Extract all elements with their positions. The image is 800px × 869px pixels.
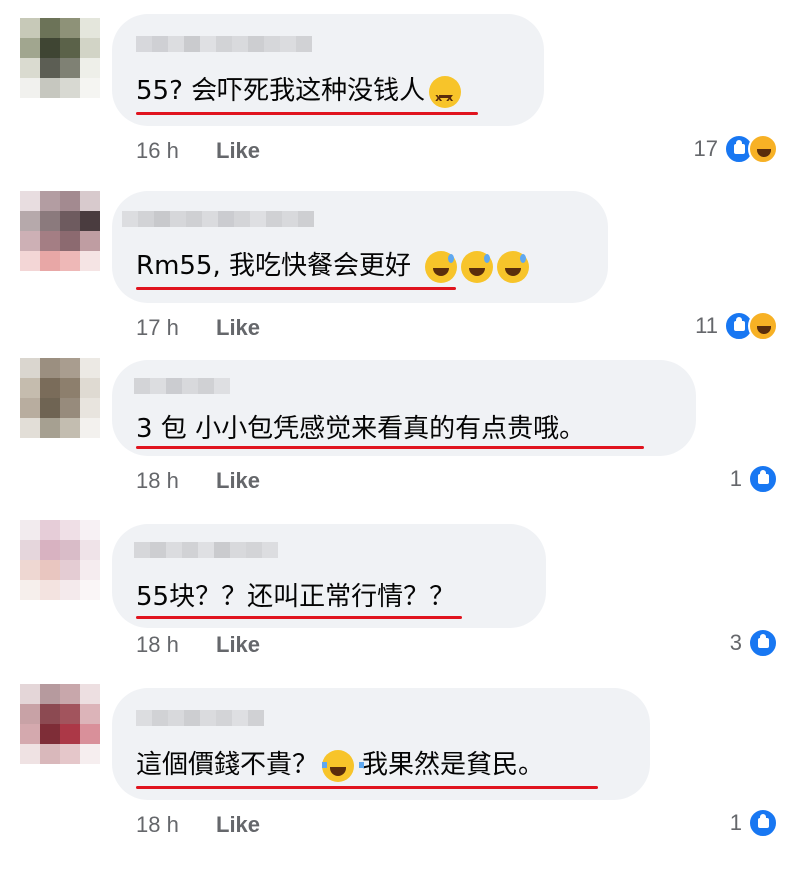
haha-reaction-icon [748, 311, 778, 341]
timestamp[interactable]: 18 h [136, 468, 216, 494]
comment-bubble: Rm55, 我吃快餐会更好 [112, 191, 608, 303]
grinning-sweat-icon [461, 250, 494, 283]
like-link[interactable]: Like [216, 315, 260, 341]
comment-meta: 16 h Like [136, 138, 260, 164]
red-underline [136, 287, 456, 290]
author-name-blurred[interactable] [136, 710, 264, 726]
comment-bubble: 3 包 小小包凭感觉来看真的有点贵哦。 [112, 360, 696, 456]
timestamp[interactable]: 18 h [136, 812, 216, 838]
like-reaction-icon [748, 464, 778, 494]
tears-of-joy-icon [322, 749, 365, 782]
comment-5: 這個價錢不貴？ 我果然是貧民。 18 h Like 1 [0, 680, 800, 869]
reactions[interactable]: 17 [694, 134, 778, 164]
author-name-blurred[interactable] [136, 36, 312, 52]
comment-4: 55块？？还叫正常行情？？ 18 h Like 3 [0, 510, 800, 680]
avatar[interactable] [20, 191, 100, 271]
avatar[interactable] [20, 520, 100, 600]
grinning-sweat-icon [497, 250, 530, 283]
timestamp[interactable]: 18 h [136, 632, 216, 658]
reactions[interactable]: 11 [695, 311, 778, 341]
comment-meta: 18 h Like [136, 632, 260, 658]
timestamp[interactable]: 17 h [136, 315, 216, 341]
haha-reaction-icon [748, 134, 778, 164]
like-reaction-icon [748, 808, 778, 838]
reaction-count: 11 [695, 313, 718, 338]
reactions[interactable]: 1 [730, 808, 778, 838]
comment-text: 55块？？还叫正常行情？？ [136, 582, 456, 612]
author-name-blurred[interactable] [122, 211, 314, 227]
reaction-count: 1 [729, 810, 742, 835]
reaction-count: 3 [729, 630, 742, 655]
comment-2: Rm55, 我吃快餐会更好 17 h Like 11 [0, 175, 800, 350]
comment-meta: 17 h Like [136, 315, 260, 341]
comment-3: 3 包 小小包凭感觉来看真的有点贵哦。 18 h Like 1 [0, 350, 800, 510]
red-underline [136, 446, 644, 449]
reactions[interactable]: 1 [730, 464, 778, 494]
grinning-sweat-icon [425, 250, 458, 283]
comment-bubble: 55? 会吓死我这种没钱人 [112, 14, 544, 126]
avatar[interactable] [20, 684, 100, 764]
comment-meta: 18 h Like [136, 468, 260, 494]
comment-bubble: 55块？？还叫正常行情？？ [112, 524, 546, 628]
like-link[interactable]: Like [216, 812, 260, 838]
comment-text: 這個價錢不貴？ 我果然是貧民。 [136, 749, 545, 782]
reaction-count: 1 [729, 466, 742, 491]
persevering-face-icon [429, 75, 462, 115]
like-link[interactable]: Like [216, 468, 260, 494]
comment-text: Rm55, 我吃快餐会更好 [136, 249, 530, 283]
comment-1: 55? 会吓死我这种没钱人 16 hLike 17 [0, 0, 800, 175]
reactions[interactable]: 3 [730, 628, 778, 658]
avatar[interactable] [20, 18, 100, 98]
author-name-blurred[interactable] [134, 378, 230, 394]
red-underline [136, 786, 598, 789]
red-underline [136, 616, 462, 619]
avatar[interactable] [20, 358, 100, 438]
comment-text: 55? 会吓死我这种没钱人 [136, 74, 462, 115]
author-name-blurred[interactable] [134, 542, 278, 558]
reaction-count: 17 [693, 136, 718, 161]
like-link[interactable]: Like [216, 138, 260, 164]
comment-text: 3 包 小小包凭感觉来看真的有点贵哦。 [136, 414, 586, 444]
timestamp[interactable]: 16 h [136, 138, 216, 164]
like-reaction-icon [748, 628, 778, 658]
comment-bubble: 這個價錢不貴？ 我果然是貧民。 [112, 688, 650, 800]
comment-meta: 18 h Like [136, 812, 260, 838]
like-link[interactable]: Like [216, 632, 260, 658]
red-underline [136, 112, 478, 115]
